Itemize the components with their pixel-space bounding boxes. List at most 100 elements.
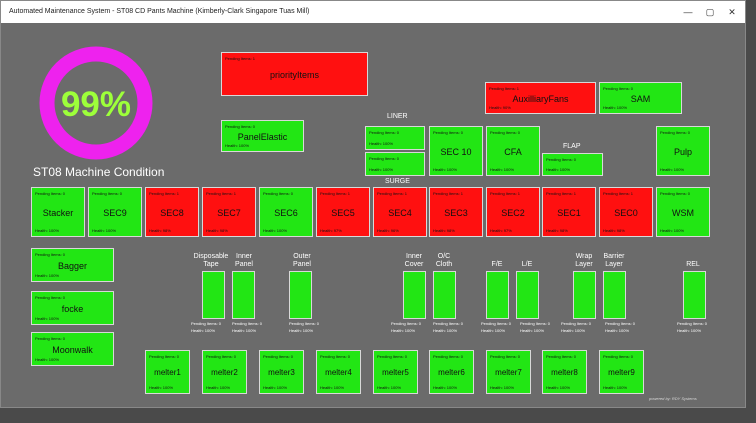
tile-auxiliary-fans[interactable]: Pending Items: 1 AuxilliaryFans Health: … — [485, 82, 596, 114]
section-flap-label: FLAP — [563, 143, 581, 150]
tile-name: melter3 — [268, 368, 295, 377]
pending-items: Pending Items: 1 — [377, 191, 408, 196]
bar-outer-panel[interactable] — [289, 271, 312, 319]
pending-items: Pending Items: 0 — [546, 157, 577, 162]
tile-moonwalk[interactable]: Pending Items: 0 Moonwalk Health: 100% — [31, 332, 114, 366]
health-value: Health: 100% — [35, 316, 60, 321]
health-value: Health: 100% — [603, 385, 628, 390]
health-value: Health: 98% — [546, 228, 568, 233]
tile-name: melter2 — [211, 368, 238, 377]
tile-melter8[interactable]: Pending Items: 0 melter8 Health: 100% — [542, 350, 587, 394]
caption-outer-panel-pending: Pending Items: 0 — [289, 321, 320, 326]
footer-credit: powered by: RDY Systems — [649, 396, 697, 401]
tile-liner-2[interactable]: Pending Items: 0 Health: 100% — [365, 152, 425, 176]
pending-items: Pending Items: 0 — [92, 191, 123, 196]
tile-name: SEC6 — [274, 208, 298, 218]
pending-items: Pending Items: 0 — [546, 354, 577, 359]
bar-inner-panel[interactable] — [232, 271, 255, 319]
health-value: Health: 100% — [490, 167, 515, 172]
pending-items: Pending Items: 1 — [149, 191, 180, 196]
tile-sec4[interactable]: Pending Items: 1 SEC4 Health: 96% — [373, 187, 427, 237]
tile-stacker[interactable]: Pending Items: 0 Stacker Health: 100% — [31, 187, 85, 237]
tile-name: SEC8 — [160, 208, 184, 218]
tile-name: WSM — [672, 208, 694, 218]
caption-rel-pending: Pending Items: 0 — [677, 321, 708, 326]
bar-barrier-layer[interactable] — [603, 271, 626, 319]
tile-sec0[interactable]: Pending Items: 1 SEC0 Health: 98% — [599, 187, 653, 237]
tile-melter9[interactable]: Pending Items: 0 melter9 Health: 100% — [599, 350, 644, 394]
tile-sec8[interactable]: Pending Items: 1 SEC8 Health: 98% — [145, 187, 199, 237]
health-value: Health: 98% — [149, 228, 171, 233]
minimize-button[interactable]: — — [677, 1, 699, 23]
caption-disposable-tape-health: Health: 100% — [191, 328, 216, 333]
machine-title: ST08 Machine Condition — [33, 165, 165, 179]
tile-sec9[interactable]: Pending Items: 0 SEC9 Health: 100% — [88, 187, 142, 237]
close-button[interactable]: ✕ — [721, 1, 743, 23]
pending-items: Pending Items: 0 — [490, 354, 521, 359]
tile-wsm[interactable]: Pending Items: 0 WSM Health: 100% — [656, 187, 710, 237]
health-value: Health: 100% — [546, 385, 571, 390]
tile-melter7[interactable]: Pending Items: 0 melter7 Health: 100% — [486, 350, 531, 394]
pending-items: Pending Items: 0 — [490, 130, 521, 135]
bar-le[interactable] — [516, 271, 539, 319]
bar-fe[interactable] — [486, 271, 509, 319]
label-le: L/E — [521, 261, 533, 268]
tile-name: melter7 — [495, 368, 522, 377]
tile-name: priorityItems — [269, 70, 319, 80]
pending-items: Pending Items: 0 — [263, 191, 294, 196]
tile-sec7[interactable]: Pending Items: 1 SEC7 Health: 98% — [202, 187, 256, 237]
tile-sec1[interactable]: Pending Items: 1 SEC1 Health: 98% — [542, 187, 596, 237]
label-fe: F/E — [491, 261, 503, 268]
pending-items: Pending Items: 1 — [490, 191, 521, 196]
title-bar: Automated Maintenance System - ST08 CD P… — [1, 1, 745, 23]
tile-name: SEC5 — [331, 208, 355, 218]
tile-melter3[interactable]: Pending Items: 0 melter3 Health: 100% — [259, 350, 304, 394]
tile-melter6[interactable]: Pending Items: 0 melter6 Health: 100% — [429, 350, 474, 394]
health-value: Health: 100% — [149, 385, 174, 390]
health-value: Health: 100% — [35, 273, 60, 278]
bar-inner-cover[interactable] — [403, 271, 426, 319]
health-value: Health: 97% — [320, 228, 342, 233]
pending-items: Pending Items: 0 — [603, 354, 634, 359]
pending-items: Pending Items: 0 — [263, 354, 294, 359]
tile-panel-elastic[interactable]: Pending Items: 0 PanelElastic Health: 10… — [221, 120, 304, 152]
tile-name: melter1 — [154, 368, 181, 377]
pending-items: Pending Items: 1 — [603, 191, 634, 196]
tile-name: melter8 — [551, 368, 578, 377]
tile-liner-1[interactable]: Pending Items: 0 Health: 100% — [365, 126, 425, 150]
tile-bagger[interactable]: Pending Items: 0 Bagger Health: 100% — [31, 248, 114, 282]
tile-sec10[interactable]: Pending Items: 0 SEC 10 Health: 100% — [429, 126, 483, 176]
tile-name: SEC1 — [557, 208, 581, 218]
label-wrap-layer: Wrap Layer — [575, 253, 593, 268]
tile-sec2[interactable]: Pending Items: 1 SEC2 Health: 97% — [486, 187, 540, 237]
tile-pulp[interactable]: Pending Items: 0 Pulp Health: 100% — [656, 126, 710, 176]
tile-sec6[interactable]: Pending Items: 0 SEC6 Health: 100% — [259, 187, 313, 237]
health-value: Health: 100% — [369, 167, 394, 172]
tile-cfa[interactable]: Pending Items: 0 CFA Health: 100% — [486, 126, 540, 176]
tile-melter5[interactable]: Pending Items: 0 melter5 Health: 100% — [373, 350, 418, 394]
bar-oc-cloth[interactable] — [433, 271, 456, 319]
label-oc-cloth: O/C Cloth — [435, 253, 453, 268]
pending-items: Pending Items: 0 — [603, 86, 634, 91]
health-value: Health: 100% — [546, 167, 571, 172]
tile-name: PanelElastic — [237, 132, 288, 142]
caption-le-health: Health: 100% — [520, 328, 545, 333]
tile-sam[interactable]: Pending Items: 0 SAM Health: 100% — [599, 82, 682, 114]
tile-focke[interactable]: Pending Items: 0 focke Health: 100% — [31, 291, 114, 325]
health-value: Health: 100% — [433, 385, 458, 390]
caption-wrap-layer-pending: Pending Items: 0 — [561, 321, 592, 326]
tile-priority-items[interactable]: Pending Items: 1 priorityItems — [221, 52, 368, 96]
bar-rel[interactable] — [683, 271, 706, 319]
bar-disposable-tape[interactable] — [202, 271, 225, 319]
tile-sec5[interactable]: Pending Items: 1 SEC5 Health: 97% — [316, 187, 370, 237]
pending-items: Pending Items: 0 — [377, 354, 408, 359]
tile-sec3[interactable]: Pending Items: 1 SEC3 Health: 98% — [429, 187, 483, 237]
tile-melter1[interactable]: Pending Items: 0 melter1 Health: 100% — [145, 350, 190, 394]
tile-flap[interactable]: Pending Items: 0 Health: 100% — [542, 153, 603, 176]
tile-melter2[interactable]: Pending Items: 0 melter2 Health: 100% — [202, 350, 247, 394]
tile-melter4[interactable]: Pending Items: 0 melter4 Health: 100% — [316, 350, 361, 394]
maximize-button[interactable]: ▢ — [699, 1, 721, 23]
pending-items: Pending Items: 0 — [149, 354, 180, 359]
bar-wrap-layer[interactable] — [573, 271, 596, 319]
pending-items: Pending Items: 1 — [206, 191, 237, 196]
